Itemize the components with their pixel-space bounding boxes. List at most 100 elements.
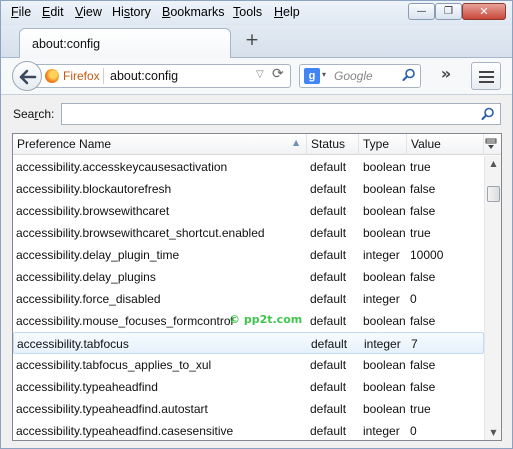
- menu-edit[interactable]: Edit: [42, 5, 64, 19]
- table-row[interactable]: accessibility.tabfocus default integer 7: [13, 332, 484, 354]
- maximize-button[interactable]: ❐: [435, 3, 462, 20]
- url-bar[interactable]: Firefox about:config ▽ ⟳: [36, 64, 291, 88]
- tab-label: about:config: [32, 37, 101, 51]
- cell-status: default: [310, 424, 347, 438]
- cell-type: boolean: [363, 402, 406, 416]
- menu-history-pre: Hi: [112, 5, 124, 19]
- menu-edit-rest: dit: [50, 5, 64, 19]
- table-header: Preference Name ▲ Status Type Value: [13, 134, 501, 155]
- minimize-button[interactable]: —: [408, 3, 435, 20]
- cell-value: 10000: [410, 248, 444, 262]
- preference-filter-input[interactable]: [61, 103, 501, 125]
- menu-tools-rest: ools: [239, 5, 263, 19]
- menu-bookmarks-rest: ookmarks: [170, 5, 225, 19]
- column-picker-icon[interactable]: [485, 138, 497, 150]
- menu-bookmarks[interactable]: Bookmarks: [162, 5, 225, 19]
- search-label-post: ch:: [38, 107, 55, 121]
- cell-name: accessibility.browsewithcaret: [16, 204, 170, 218]
- cell-name: accessibility.delay_plugin_time: [16, 248, 180, 262]
- tab-strip: about:config +: [1, 25, 512, 59]
- cell-value: false: [410, 270, 436, 284]
- browser-window: File Edit View History Bookmarks Tools H…: [0, 0, 513, 449]
- cell-status: default: [311, 337, 348, 351]
- menu-line: [479, 81, 494, 83]
- scroll-thumb[interactable]: [487, 186, 500, 202]
- cell-status: default: [310, 204, 347, 218]
- back-arrow-icon: [19, 69, 37, 85]
- identity-label: Firefox: [63, 69, 100, 83]
- table-row[interactable]: accessibility.force_disabled default integ…: [13, 288, 484, 310]
- cell-type: boolean: [363, 380, 406, 394]
- menu-view-accel: V: [75, 5, 84, 19]
- cell-status: default: [310, 182, 347, 196]
- cell-status: default: [310, 402, 347, 416]
- magnifier-icon: [481, 107, 494, 120]
- cell-type: boolean: [363, 270, 406, 284]
- preferences-table: Preference Name ▲ Status Type Value acce…: [12, 133, 502, 441]
- cell-status: default: [310, 292, 347, 306]
- table-row[interactable]: accessibility.delay_plugin_time default in…: [13, 244, 484, 266]
- maximize-icon: ❐: [444, 6, 453, 17]
- google-icon[interactable]: g: [304, 68, 320, 84]
- cell-value: false: [410, 380, 436, 394]
- cell-value: false: [410, 358, 436, 372]
- menu-view-rest: iew: [83, 5, 102, 19]
- cell-status: default: [310, 248, 347, 262]
- cell-value: 0: [410, 292, 417, 306]
- table-row[interactable]: accessibility.blockautorefresh default boo…: [13, 178, 484, 200]
- url-text[interactable]: about:config: [110, 69, 178, 83]
- menu-file-accel: F: [11, 5, 19, 19]
- reload-icon[interactable]: ⟳: [272, 66, 284, 82]
- menu-help-rest: elp: [283, 5, 300, 19]
- cell-type: integer: [363, 248, 400, 262]
- cell-name: accessibility.tabfocus: [17, 337, 129, 351]
- cell-status: default: [310, 314, 347, 328]
- table-row[interactable]: accessibility.browsewithcaret default bool…: [13, 200, 484, 222]
- menu-tools[interactable]: Tools: [233, 5, 262, 19]
- dropmarker-icon[interactable]: ▽: [256, 69, 264, 80]
- cell-status: default: [310, 380, 347, 394]
- sort-ascending-icon: ▲: [293, 138, 300, 147]
- menu-view[interactable]: View: [75, 5, 102, 19]
- engine-dropdown-icon[interactable]: ▾: [322, 70, 326, 79]
- vertical-scrollbar[interactable]: ▲ ▼: [484, 156, 501, 440]
- scroll-down-icon[interactable]: ▼: [485, 425, 501, 440]
- table-row[interactable]: accessibility.typeaheadfind default boolea…: [13, 376, 484, 398]
- menu-file-rest: ile: [18, 5, 32, 19]
- cell-type: integer: [363, 424, 400, 438]
- cell-value: 0: [410, 424, 417, 438]
- cell-status: default: [310, 358, 347, 372]
- menu-history[interactable]: History: [112, 5, 151, 19]
- menu-line: [479, 71, 494, 73]
- table-row[interactable]: accessibility.typeaheadfind.casesensitiv…: [13, 420, 484, 440]
- minimize-icon: —: [416, 6, 427, 17]
- table-row[interactable]: accessibility.tabfocus_applies_to_xul def…: [13, 354, 484, 376]
- table-row[interactable]: accessibility.accesskeycausesactivation d…: [13, 156, 484, 178]
- table-row[interactable]: accessibility.typeaheadfind.autostart def…: [13, 398, 484, 420]
- search-placeholder: Google: [334, 69, 373, 83]
- hamburger-menu-icon[interactable]: [471, 62, 501, 90]
- new-tab-button[interactable]: +: [243, 31, 261, 49]
- firefox-icon: [45, 69, 59, 83]
- cell-name: accessibility.browsewithcaret_shortcut.e…: [16, 226, 265, 240]
- table-row[interactable]: accessibility.browsewithcaret_shortcut.e…: [13, 222, 484, 244]
- column-header-name[interactable]: Preference Name: [13, 134, 307, 155]
- url-separator: [103, 68, 104, 84]
- menu-help[interactable]: Help: [274, 5, 300, 19]
- back-button[interactable]: [12, 61, 42, 91]
- close-button[interactable]: ✕: [462, 3, 506, 20]
- magnifier-icon[interactable]: [402, 68, 416, 82]
- cell-name: accessibility.typeaheadfind.autostart: [16, 402, 208, 416]
- cell-value: false: [410, 314, 436, 328]
- cell-name: accessibility.mouse_focuses_formcontrol: [16, 314, 234, 328]
- cell-name: accessibility.force_disabled: [16, 292, 161, 306]
- column-header-type[interactable]: Type: [359, 134, 407, 155]
- column-header-status[interactable]: Status: [307, 134, 359, 155]
- search-bar[interactable]: g ▾ Google: [299, 64, 421, 88]
- scroll-up-icon[interactable]: ▲: [485, 156, 501, 171]
- table-row[interactable]: accessibility.delay_plugins default boolea…: [13, 266, 484, 288]
- menu-file[interactable]: File: [11, 5, 31, 19]
- overflow-chevron-icon[interactable]: »: [437, 64, 455, 84]
- tab-about-config[interactable]: about:config: [19, 28, 231, 59]
- column-header-value[interactable]: Value: [407, 134, 484, 155]
